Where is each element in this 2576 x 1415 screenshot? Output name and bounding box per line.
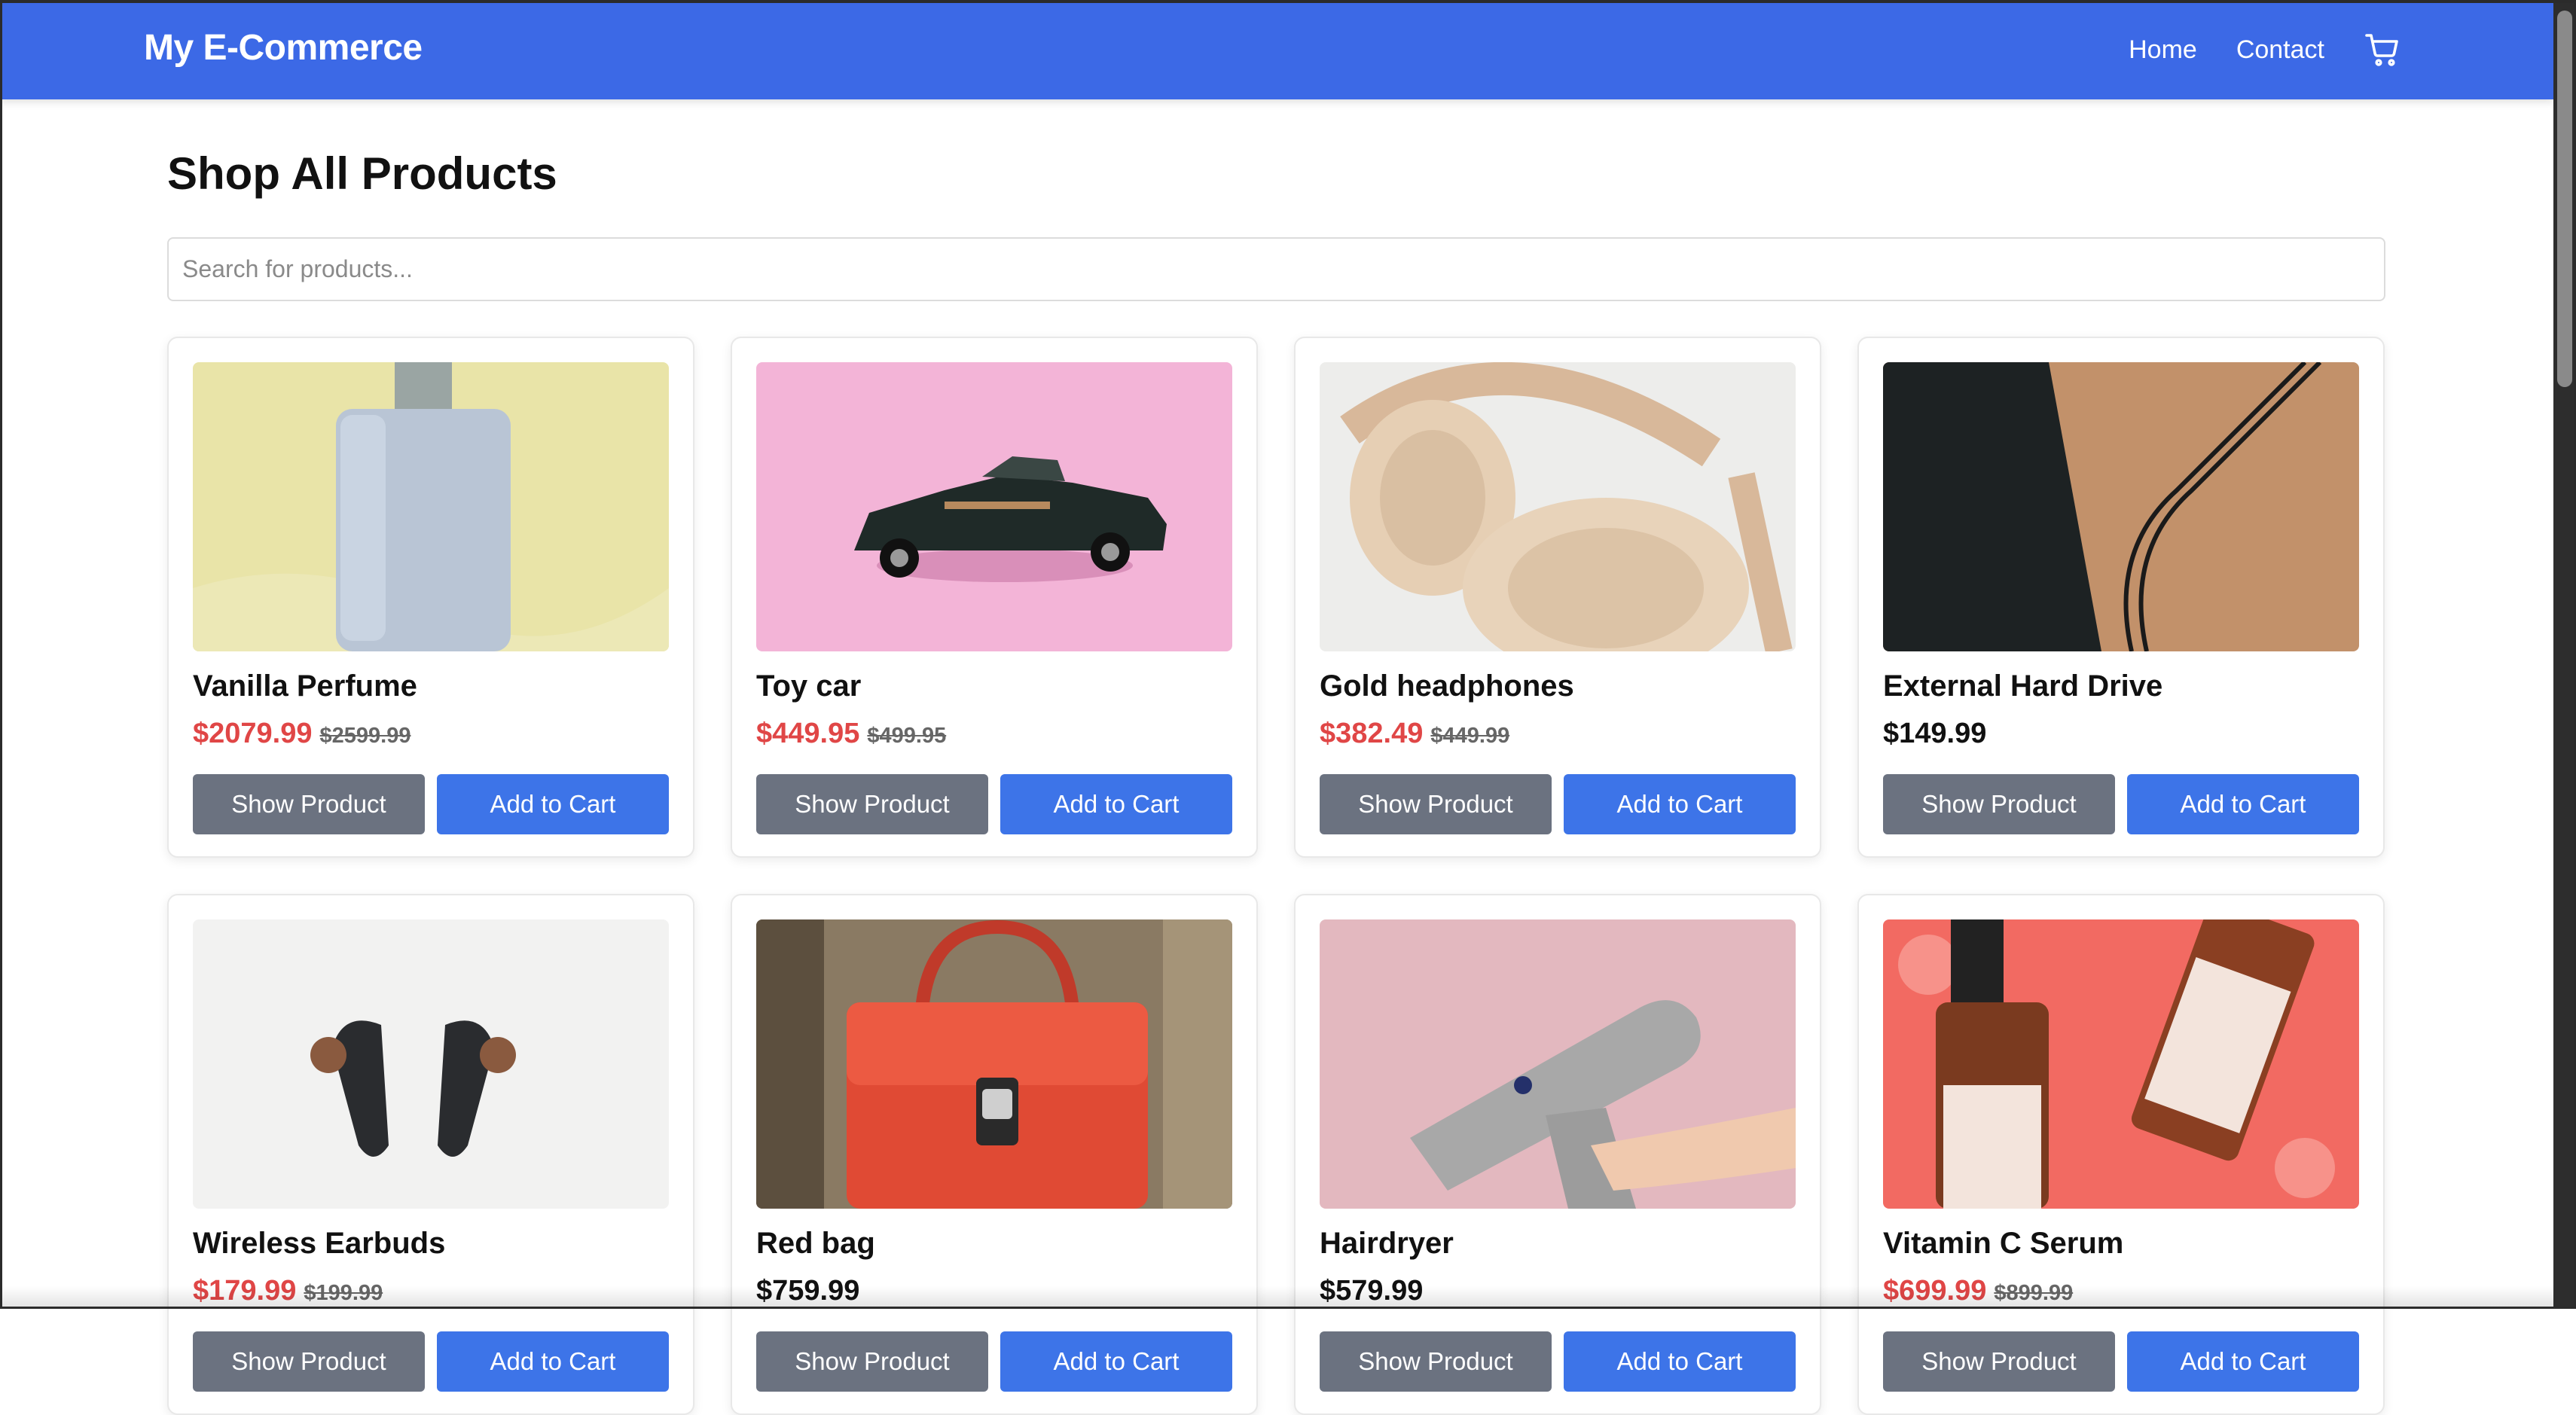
product-card: Gold headphones $382.49 $449.99 Show Pro… <box>1294 337 1821 858</box>
product-price: $382.49 $449.99 <box>1320 718 1796 750</box>
show-product-button[interactable]: Show Product <box>1883 1331 2115 1392</box>
show-product-button[interactable]: Show Product <box>756 774 988 834</box>
original-price: $449.99 <box>1430 724 1510 748</box>
add-to-cart-button[interactable]: Add to Cart <box>1000 1331 1232 1392</box>
add-to-cart-button[interactable]: Add to Cart <box>437 1331 669 1392</box>
nav-link-home[interactable]: Home <box>2129 35 2197 65</box>
product-name[interactable]: Vanilla Perfume <box>193 668 669 704</box>
product-name[interactable]: External Hard Drive <box>1883 668 2359 704</box>
product-grid: Vanilla Perfume $2079.99 $2599.99 Show P… <box>167 337 2385 1415</box>
show-product-button[interactable]: Show Product <box>1883 774 2115 834</box>
earbuds-image[interactable] <box>193 919 669 1209</box>
sale-price: $449.95 <box>756 718 860 749</box>
product-name[interactable]: Toy car <box>756 668 1232 704</box>
show-product-button[interactable]: Show Product <box>193 1331 425 1392</box>
add-to-cart-button[interactable]: Add to Cart <box>1000 774 1232 834</box>
cart-icon[interactable] <box>2364 30 2403 69</box>
show-product-button[interactable]: Show Product <box>193 774 425 834</box>
product-price: $2079.99 $2599.99 <box>193 718 669 750</box>
product-card: Vanilla Perfume $2079.99 $2599.99 Show P… <box>167 337 694 858</box>
add-to-cart-button[interactable]: Add to Cart <box>2127 774 2359 834</box>
price: $149.99 <box>1883 718 1987 749</box>
original-price: $2599.99 <box>319 724 411 748</box>
sale-price: $382.49 <box>1320 718 1424 749</box>
show-product-button[interactable]: Show Product <box>756 1331 988 1392</box>
product-card: Vitamin C Serum $699.99 $899.99 Show Pro… <box>1857 894 2385 1415</box>
scrollbar-thumb[interactable] <box>2557 11 2572 387</box>
add-to-cart-button[interactable]: Add to Cart <box>2127 1331 2359 1392</box>
nav-link-contact[interactable]: Contact <box>2236 35 2324 65</box>
sale-price: $2079.99 <box>193 718 313 749</box>
product-card: Wireless Earbuds $179.99 $199.99 Show Pr… <box>167 894 694 1415</box>
page-title: Shop All Products <box>167 148 557 199</box>
product-name[interactable]: Vitamin C Serum <box>1883 1225 2359 1261</box>
product-card: External Hard Drive $149.99 Show Product… <box>1857 337 2385 858</box>
add-to-cart-button[interactable]: Add to Cart <box>437 774 669 834</box>
product-price: $449.95 $499.95 <box>756 718 1232 750</box>
red-bag-image[interactable] <box>756 919 1232 1209</box>
serum-image[interactable] <box>1883 919 2359 1209</box>
original-price: $499.95 <box>867 724 947 748</box>
product-name[interactable]: Hairdryer <box>1320 1225 1796 1261</box>
brand-logo[interactable]: My E-Commerce <box>144 27 423 69</box>
product-name[interactable]: Gold headphones <box>1320 668 1796 704</box>
headphones-image[interactable] <box>1320 362 1796 651</box>
search-input[interactable] <box>167 237 2385 301</box>
show-product-button[interactable]: Show Product <box>1320 1331 1552 1392</box>
add-to-cart-button[interactable]: Add to Cart <box>1564 1331 1796 1392</box>
hairdryer-image[interactable] <box>1320 919 1796 1209</box>
product-price: $149.99 <box>1883 718 2359 750</box>
bottom-shadow <box>0 1286 2553 1309</box>
product-name[interactable]: Red bag <box>756 1225 1232 1261</box>
product-card: Hairdryer $579.99 Show Product Add to Ca… <box>1294 894 1821 1415</box>
hard-drive-image[interactable] <box>1883 362 2359 651</box>
product-name[interactable]: Wireless Earbuds <box>193 1225 669 1261</box>
add-to-cart-button[interactable]: Add to Cart <box>1564 774 1796 834</box>
product-card: Toy car $449.95 $499.95 Show Product Add… <box>731 337 1258 858</box>
navbar: My E-Commerce Home Contact <box>0 0 2553 99</box>
scrollbar[interactable] <box>2553 0 2576 1309</box>
show-product-button[interactable]: Show Product <box>1320 774 1552 834</box>
product-card: Red bag $759.99 Show Product Add to Cart <box>731 894 1258 1415</box>
perfume-bottle-image[interactable] <box>193 362 669 651</box>
nav-links: Home Contact <box>2129 30 2403 69</box>
toy-car-image[interactable] <box>756 362 1232 651</box>
